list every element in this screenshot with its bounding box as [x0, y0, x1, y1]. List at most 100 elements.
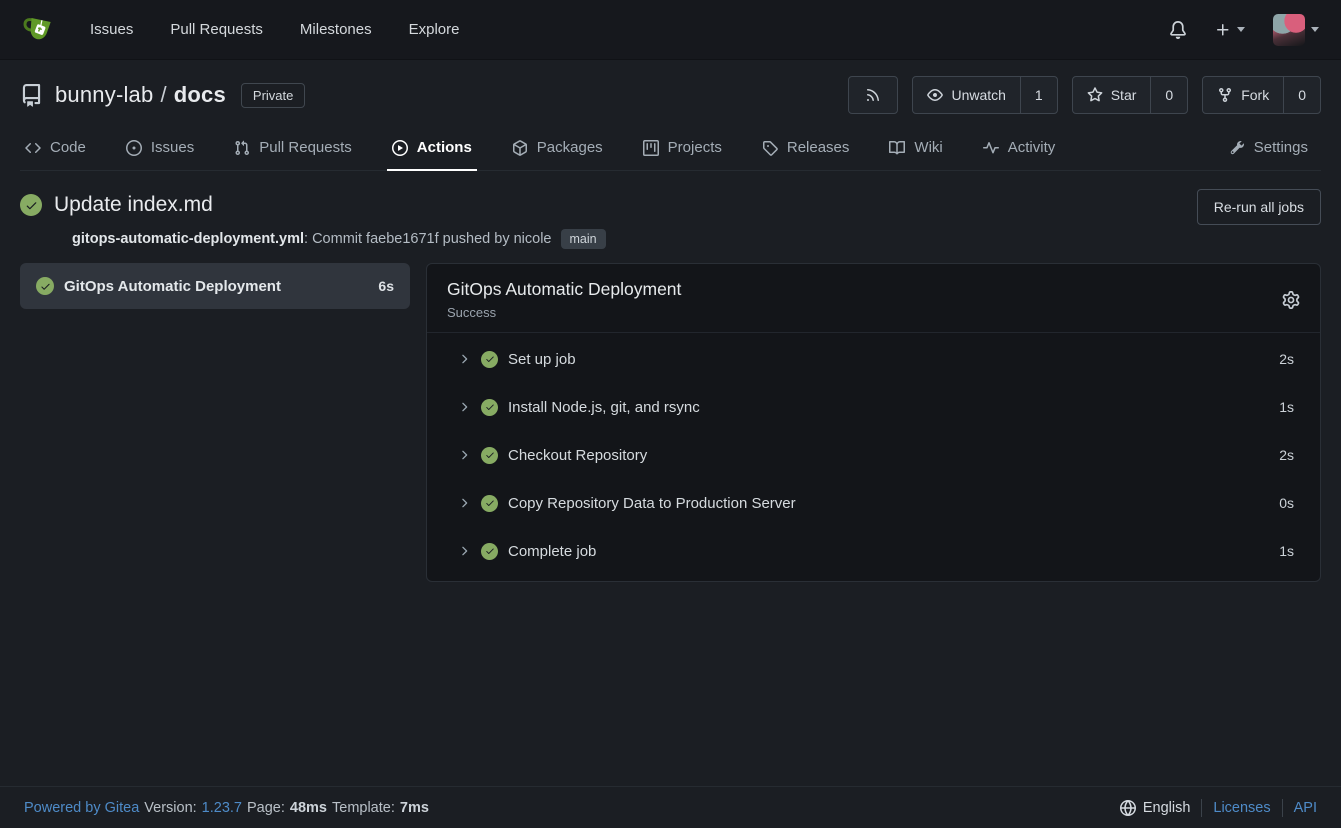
package-icon — [512, 140, 528, 156]
tab-packages[interactable]: Packages — [507, 125, 608, 170]
repo-name-link[interactable]: docs — [174, 82, 226, 107]
job-status-text: Success — [447, 305, 681, 320]
issue-opened-icon — [126, 140, 142, 156]
stars-count[interactable]: 0 — [1150, 77, 1187, 113]
tab-settings[interactable]: Settings — [1224, 125, 1313, 170]
repo-owner-link[interactable]: bunny-lab — [55, 82, 153, 107]
page-time-value: 48ms — [290, 800, 327, 816]
tab-actions[interactable]: Actions — [387, 125, 477, 170]
jobs-sidebar: GitOps Automatic Deployment 6s — [20, 263, 410, 309]
top-navbar: Issues Pull Requests Milestones Explore — [0, 0, 1341, 60]
step-success-check-icon — [481, 351, 498, 368]
divider — [1282, 799, 1283, 817]
run-subtitle: gitops-automatic-deployment.yml: Commit … — [72, 229, 1197, 249]
eye-icon — [927, 87, 943, 103]
step-success-check-icon — [481, 399, 498, 416]
gitea-actions-page: Issues Pull Requests Milestones Explore — [0, 0, 1341, 828]
run-success-check-icon — [20, 194, 42, 216]
nav-item-milestones[interactable]: Milestones — [300, 21, 372, 38]
repo-icon — [20, 84, 43, 107]
job-options-gear-icon[interactable] — [1282, 291, 1300, 309]
job-name: GitOps Automatic Deployment — [64, 278, 368, 295]
chevron-right-icon — [457, 544, 471, 558]
api-link[interactable]: API — [1294, 800, 1317, 816]
nav-item-explore[interactable]: Explore — [409, 21, 460, 38]
unwatch-button[interactable]: Unwatch — [913, 77, 1019, 113]
job-duration: 6s — [378, 278, 394, 294]
create-new-button[interactable] — [1215, 22, 1245, 38]
chevron-down-icon — [1237, 27, 1245, 32]
rss-icon — [865, 87, 881, 103]
tab-code[interactable]: Code — [20, 125, 91, 170]
step-name: Complete job — [508, 543, 1279, 560]
book-icon — [889, 140, 905, 156]
tab-pull-requests[interactable]: Pull Requests — [229, 125, 357, 170]
step-success-check-icon — [481, 495, 498, 512]
star-button-group: Star 0 — [1072, 76, 1188, 114]
git-pull-request-icon — [234, 140, 250, 156]
step-name: Set up job — [508, 351, 1279, 368]
tab-projects[interactable]: Projects — [638, 125, 727, 170]
fork-icon — [1217, 87, 1233, 103]
notifications-bell-icon[interactable] — [1169, 21, 1187, 39]
tab-activity[interactable]: Activity — [978, 125, 1061, 170]
nav-item-issues[interactable]: Issues — [90, 21, 133, 38]
tab-wiki[interactable]: Wiki — [884, 125, 947, 170]
nav-item-pull-requests[interactable]: Pull Requests — [170, 21, 263, 38]
step-row-checkout-repository[interactable]: Checkout Repository 2s — [427, 431, 1320, 479]
pulse-icon — [983, 140, 999, 156]
step-row-install-node[interactable]: Install Node.js, git, and rsync 1s — [427, 383, 1320, 431]
star-icon — [1087, 87, 1103, 103]
workflow-file-link[interactable]: gitops-automatic-deployment.yml — [72, 231, 304, 247]
tab-issues[interactable]: Issues — [121, 125, 199, 170]
plus-icon — [1215, 22, 1231, 38]
breadcrumb-separator: / — [160, 82, 166, 107]
step-row-setup-job[interactable]: Set up job 2s — [427, 335, 1320, 383]
code-icon — [25, 140, 41, 156]
licenses-link[interactable]: Licenses — [1213, 800, 1270, 816]
user-avatar — [1273, 14, 1305, 46]
template-time-value: 7ms — [400, 800, 429, 816]
actions-run-view: Update index.md gitops-automatic-deploym… — [0, 171, 1341, 786]
repo-tab-bar: Code Issues Pull Requests Actions Packag… — [20, 125, 1321, 171]
star-button[interactable]: Star — [1073, 77, 1151, 113]
divider — [1201, 799, 1202, 817]
repo-breadcrumb: bunny-lab / docs — [55, 82, 226, 108]
page-footer: Powered by Gitea Version: 1.23.7 Page: 4… — [0, 786, 1341, 828]
step-duration: 0s — [1279, 495, 1294, 511]
user-menu-button[interactable] — [1273, 14, 1319, 46]
step-row-copy-repository-data[interactable]: Copy Repository Data to Production Serve… — [427, 479, 1320, 527]
step-duration: 1s — [1279, 543, 1294, 559]
branch-badge[interactable]: main — [561, 229, 606, 249]
version-link[interactable]: 1.23.7 — [202, 800, 242, 816]
private-badge: Private — [241, 83, 305, 108]
fork-button[interactable]: Fork — [1203, 77, 1283, 113]
step-duration: 2s — [1279, 351, 1294, 367]
tools-icon — [1229, 140, 1245, 156]
step-row-complete-job[interactable]: Complete job 1s — [427, 527, 1320, 575]
gitea-logo[interactable] — [22, 13, 56, 47]
repo-action-buttons: Unwatch 1 Star 0 Fork 0 — [848, 76, 1321, 114]
job-list-item[interactable]: GitOps Automatic Deployment 6s — [20, 263, 410, 309]
powered-by-gitea-link[interactable]: Powered by Gitea — [24, 800, 139, 816]
rerun-all-jobs-button[interactable]: Re-run all jobs — [1197, 189, 1321, 225]
tab-releases[interactable]: Releases — [757, 125, 855, 170]
job-panel-titles: GitOps Automatic Deployment Success — [447, 279, 681, 320]
watch-button-group: Unwatch 1 — [912, 76, 1057, 114]
job-panel-header: GitOps Automatic Deployment Success — [427, 264, 1320, 333]
tag-icon — [762, 140, 778, 156]
footer-right: English Licenses API — [1120, 799, 1317, 817]
rss-feed-button[interactable] — [848, 76, 898, 114]
step-success-check-icon — [481, 543, 498, 560]
run-body: GitOps Automatic Deployment 6s GitOps Au… — [20, 263, 1321, 582]
forks-count[interactable]: 0 — [1283, 77, 1320, 113]
step-duration: 2s — [1279, 447, 1294, 463]
template-time-label: Template: — [332, 800, 395, 816]
repo-header: bunny-lab / docs Private Unwatch 1 — [0, 60, 1341, 171]
language-selector[interactable]: English — [1143, 800, 1191, 816]
chevron-down-icon — [1311, 27, 1319, 32]
watchers-count[interactable]: 1 — [1020, 77, 1057, 113]
chevron-right-icon — [457, 448, 471, 462]
fork-button-group: Fork 0 — [1202, 76, 1321, 114]
navbar-right — [1169, 14, 1319, 46]
